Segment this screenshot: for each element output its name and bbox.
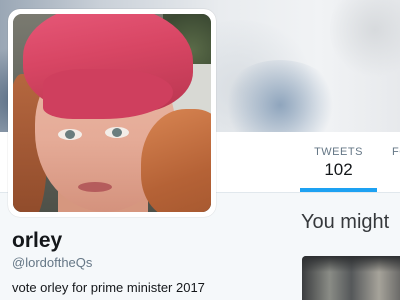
profile-handle[interactable]: @lordoftheQs — [12, 255, 92, 270]
avatar-eye-left — [58, 129, 82, 140]
banner-blur-shape — [330, 0, 400, 80]
profile-name[interactable]: orley — [12, 229, 62, 253]
avatar[interactable] — [13, 14, 211, 212]
avatar-mouth — [78, 182, 112, 192]
tab-following[interactable]: FOLLOWING — [388, 132, 400, 192]
tab-active-indicator — [300, 188, 377, 192]
suggestion-card-image[interactable] — [302, 256, 400, 300]
tab-tweets[interactable]: TWEETS 102 — [300, 132, 377, 192]
profile-page: TWEETS 102 FOLLOWING orley @lordoftheQs … — [0, 0, 400, 300]
avatar-eye-right — [105, 127, 129, 138]
tab-tweets-count: 102 — [324, 160, 353, 179]
tab-following-label: FOLLOWING — [392, 146, 400, 158]
tab-tweets-label: TWEETS — [314, 146, 363, 158]
profile-avatar-frame[interactable] — [8, 9, 216, 217]
who-to-follow-heading: You might — [301, 211, 390, 233]
profile-bio: vote orley for prime minister 2017 — [12, 280, 205, 295]
